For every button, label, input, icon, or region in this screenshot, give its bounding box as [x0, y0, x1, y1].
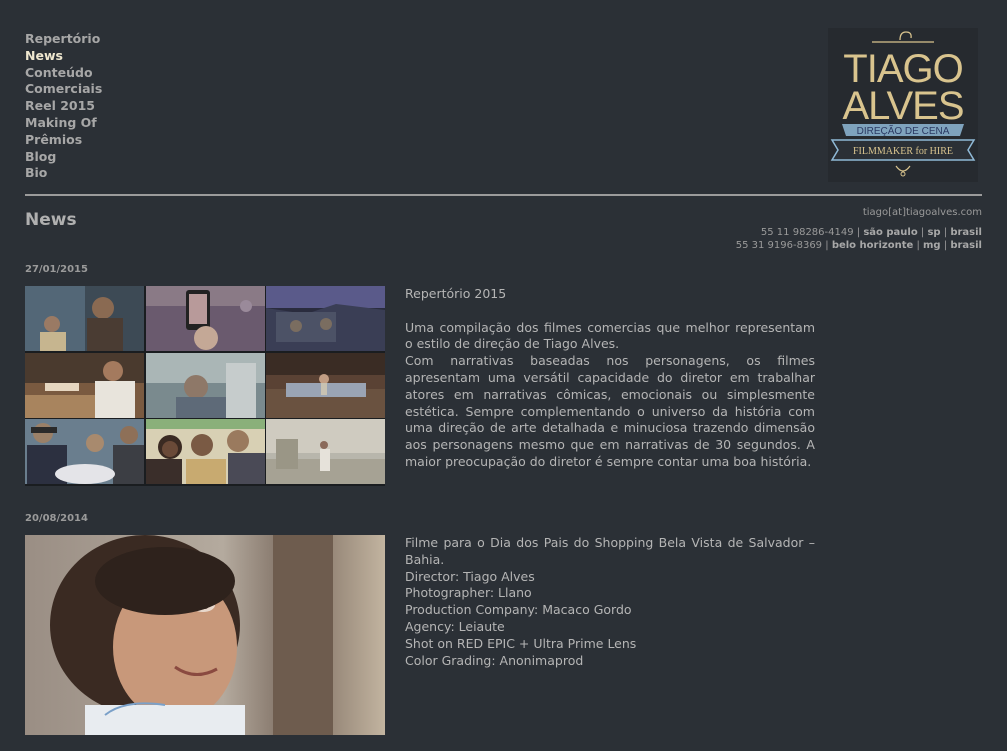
- collage-frame: [25, 419, 144, 484]
- logo-tagline: FILMMAKER for HIRE: [853, 146, 953, 157]
- country-brasil: brasil: [950, 227, 982, 238]
- post-body: Repertório 2015 Uma compilação dos filme…: [405, 286, 815, 471]
- page-title: News: [25, 210, 77, 230]
- post-thumbnail-collage[interactable]: [25, 286, 385, 486]
- collage-frame: [145, 352, 265, 418]
- nav-item-news[interactable]: News: [25, 48, 102, 65]
- separator: |: [920, 227, 925, 238]
- logo-graphic: TIAGO ALVES DIREÇÃO DE CENA FILMMAKER fo…: [828, 28, 978, 182]
- nav-item-reel-2015[interactable]: Reel 2015: [25, 98, 102, 115]
- nav-item-comerciais[interactable]: Comerciais: [25, 81, 102, 98]
- post-body: Filme para o Dia dos Pais do Shopping Be…: [405, 535, 815, 669]
- boy-portrait-image: [25, 535, 385, 735]
- contact-info: tiago[at]tiagoalves.com 55 11 98286-4149…: [736, 206, 982, 252]
- country-brasil: brasil: [950, 240, 982, 251]
- nav-item-premios[interactable]: Prêmios: [25, 132, 102, 149]
- nav-item-repertorio[interactable]: Repertório: [25, 31, 102, 48]
- phone-belo-horizonte: 55 31 9196-8369: [735, 240, 823, 251]
- header-divider: [25, 194, 982, 196]
- post-line: Filme para o Dia dos Pais do Shopping Be…: [405, 535, 815, 567]
- contact-line-sao-paulo: 55 11 98286-4149 | são paulo | sp | bras…: [736, 226, 982, 239]
- logo-ribbon: DIREÇÃO DE CENA: [857, 124, 950, 137]
- nav-item-bio[interactable]: Bio: [25, 165, 102, 182]
- post-line: Agency: Leiaute: [405, 618, 505, 634]
- post-thumbnail[interactable]: [25, 535, 385, 735]
- contact-line-belo-horizonte: 55 31 9196-8369 | belo horizonte | mg | …: [736, 239, 982, 252]
- site-logo[interactable]: TIAGO ALVES DIREÇÃO DE CENA FILMMAKER fo…: [828, 28, 978, 182]
- collage-frame: [266, 286, 385, 351]
- post-paragraph: Com narrativas baseadas nos personagens,…: [405, 353, 815, 469]
- post-line: Photographer: Llano: [405, 585, 532, 601]
- collage-frame: [25, 352, 144, 418]
- nav-item-conteudo[interactable]: Conteúdo: [25, 65, 102, 82]
- separator: |: [856, 227, 861, 238]
- post-line: Shot on RED EPIC + Ultra Prime Lens: [405, 635, 637, 651]
- post-title[interactable]: Repertório 2015: [405, 286, 815, 303]
- phone-sao-paulo: 55 11 98286-4149: [760, 227, 854, 238]
- city-belo-horizonte: belo horizonte: [831, 240, 914, 251]
- contact-email[interactable]: tiago[at]tiagoalves.com: [736, 206, 982, 219]
- separator: |: [943, 227, 948, 238]
- collage-frame: [25, 286, 144, 351]
- state-sp: sp: [927, 227, 941, 238]
- post-paragraph: Uma compilação dos filmes comercias que …: [405, 319, 815, 352]
- main-nav: Repertório News Conteúdo Comerciais Reel…: [25, 31, 102, 182]
- separator: |: [916, 240, 920, 251]
- post-line: Director: Tiago Alves: [405, 568, 535, 584]
- collage-frame: [145, 419, 265, 484]
- collage-frame: [266, 419, 385, 484]
- collage-frame: [266, 352, 385, 418]
- collage-frame: [145, 286, 265, 351]
- separator: |: [825, 240, 829, 251]
- city-sao-paulo: são paulo: [863, 227, 918, 238]
- logo-line2: ALVES: [843, 84, 964, 128]
- nav-item-making-of[interactable]: Making Of: [25, 115, 102, 132]
- state-mg: mg: [923, 240, 941, 251]
- post-date: 20/08/2014: [25, 513, 88, 524]
- post-date: 27/01/2015: [25, 264, 88, 275]
- post-line: Color Grading: Anonimaprod: [405, 652, 584, 668]
- post-line: Production Company: Macaco Gordo: [405, 602, 632, 618]
- separator: |: [943, 240, 948, 251]
- nav-item-blog[interactable]: Blog: [25, 149, 102, 166]
